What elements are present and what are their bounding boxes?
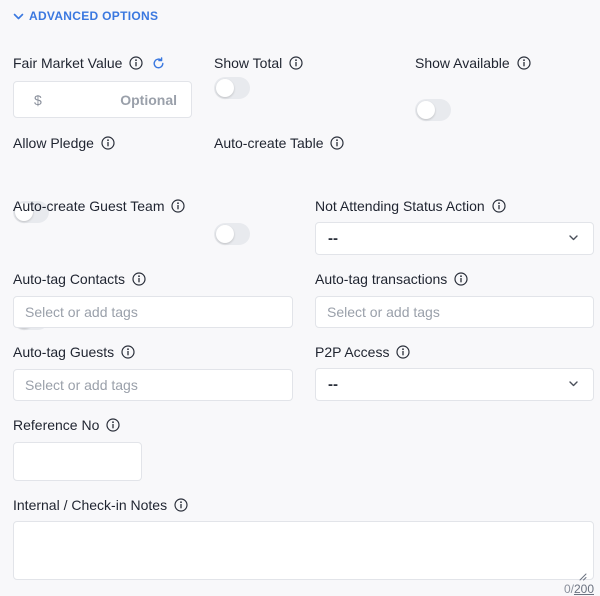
advanced-options-toggle[interactable]: ADVANCED OPTIONS	[13, 8, 158, 24]
reference-no-input[interactable]	[14, 443, 141, 480]
auto-create-guest-team-label: Auto-create Guest Team	[13, 197, 186, 215]
fair-market-value-label: Fair Market Value	[13, 54, 165, 72]
character-count-max: 200	[573, 582, 594, 596]
auto-tag-transactions-input[interactable]	[316, 297, 593, 327]
info-icon[interactable]	[171, 199, 186, 213]
reference-no-field[interactable]	[13, 442, 142, 481]
info-icon[interactable]	[129, 56, 144, 70]
chevron-down-icon	[568, 230, 579, 248]
reference-no-label-text: Reference No	[13, 417, 100, 433]
auto-tag-guests-input[interactable]	[14, 370, 292, 400]
show-total-label: Show Total	[214, 54, 303, 72]
select-value: --	[328, 230, 338, 247]
internal-notes-textarea[interactable]	[14, 522, 593, 579]
show-available-label: Show Available	[415, 54, 531, 72]
show-total-toggle[interactable]	[214, 77, 250, 99]
auto-tag-contacts-input[interactable]	[14, 297, 292, 327]
auto-create-table-label: Auto-create Table	[214, 134, 345, 152]
info-icon[interactable]	[492, 199, 506, 213]
p2p-access-select[interactable]: --	[315, 368, 594, 401]
info-icon[interactable]	[132, 272, 146, 286]
allow-pledge-label: Allow Pledge	[13, 134, 115, 152]
currency-symbol: $	[34, 91, 42, 108]
character-count-current: 0	[563, 582, 571, 596]
toggle-knob	[216, 79, 234, 97]
auto-create-guest-team-label-text: Auto-create Guest Team	[13, 198, 165, 214]
advanced-options-title: ADVANCED OPTIONS	[29, 9, 159, 23]
auto-create-table-label-text: Auto-create Table	[214, 135, 324, 151]
info-icon[interactable]	[121, 345, 135, 359]
refresh-icon[interactable]	[152, 56, 165, 70]
fair-market-value-input[interactable]	[41, 90, 179, 109]
info-icon[interactable]	[517, 56, 531, 70]
auto-tag-contacts-label: Auto-tag Contacts	[13, 270, 146, 288]
fair-market-value-label-text: Fair Market Value	[13, 55, 123, 71]
show-available-label-text: Show Available	[415, 55, 510, 71]
internal-notes-field[interactable]	[13, 521, 594, 581]
allow-pledge-label-text: Allow Pledge	[13, 135, 94, 151]
p2p-access-label-text: P2P Access	[315, 344, 390, 360]
resize-handle-icon[interactable]	[579, 568, 587, 581]
auto-tag-guests-label-text: Auto-tag Guests	[13, 344, 115, 360]
auto-tag-transactions-field[interactable]	[315, 296, 594, 328]
auto-tag-transactions-label-text: Auto-tag transactions	[315, 271, 448, 287]
info-icon[interactable]	[330, 136, 345, 150]
show-available-toggle[interactable]	[415, 99, 451, 121]
info-icon[interactable]	[101, 136, 115, 150]
auto-create-table-toggle[interactable]	[214, 223, 250, 245]
info-icon[interactable]	[174, 498, 188, 512]
reference-no-label: Reference No	[13, 416, 120, 434]
chevron-down-icon	[13, 11, 24, 22]
auto-tag-contacts-label-text: Auto-tag Contacts	[13, 271, 126, 287]
fair-market-value-input-wrap[interactable]: $	[13, 81, 192, 118]
select-value: --	[328, 376, 338, 393]
info-icon[interactable]	[396, 345, 411, 359]
auto-tag-guests-field[interactable]	[13, 369, 293, 401]
internal-notes-label: Internal / Check-in Notes	[13, 496, 188, 514]
info-icon[interactable]	[289, 56, 303, 70]
toggle-knob	[417, 101, 435, 119]
auto-tag-contacts-field[interactable]	[13, 296, 293, 328]
show-total-label-text: Show Total	[214, 55, 283, 71]
auto-tag-transactions-label: Auto-tag transactions	[315, 270, 468, 288]
internal-notes-label-text: Internal / Check-in Notes	[13, 497, 168, 513]
not-attending-status-action-label: Not Attending Status Action	[315, 197, 506, 215]
character-count: 0/200	[564, 582, 594, 596]
not-attending-status-action-label-text: Not Attending Status Action	[315, 198, 485, 214]
p2p-access-label: P2P Access	[315, 343, 411, 361]
not-attending-status-action-select[interactable]: --	[315, 222, 594, 255]
chevron-down-icon	[568, 376, 579, 394]
toggle-knob	[216, 225, 234, 243]
auto-tag-guests-label: Auto-tag Guests	[13, 343, 135, 361]
info-icon[interactable]	[454, 272, 468, 286]
info-icon[interactable]	[106, 418, 120, 432]
